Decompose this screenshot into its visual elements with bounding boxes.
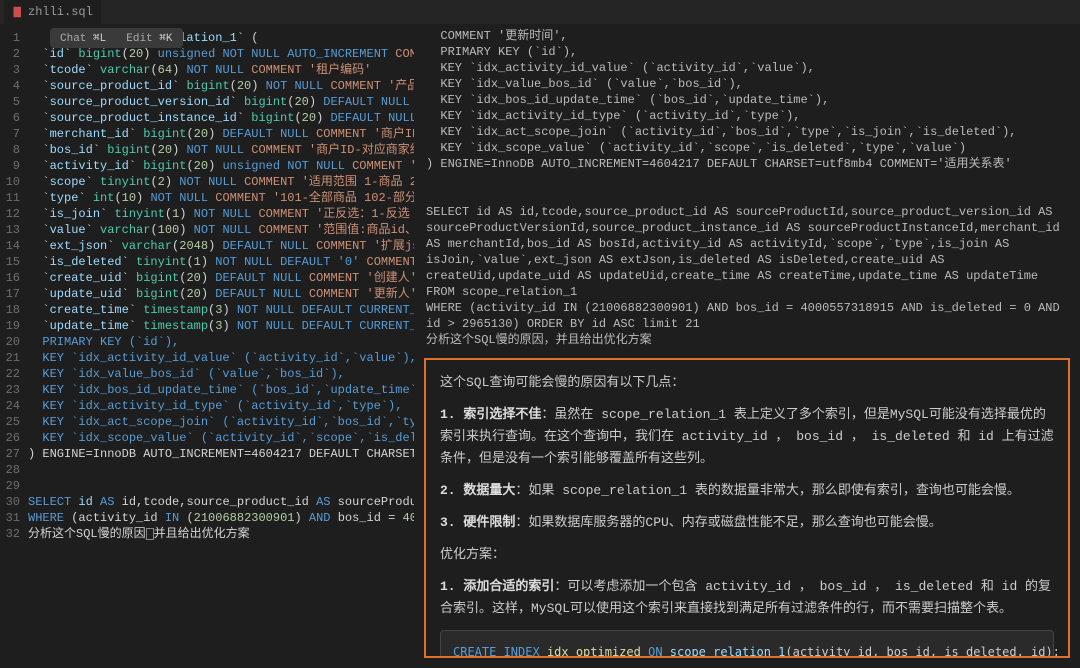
code-area[interactable]: relation_1` ( `id` bigint(20) unsigned N…: [28, 24, 414, 668]
tab-bar: zhlli.sql: [0, 0, 1080, 24]
sql-file-icon: [12, 6, 24, 18]
chat-hint-overlay[interactable]: Chat ⌘L Edit ⌘K: [50, 28, 183, 48]
context-sql: COMMENT '更新时间', PRIMARY KEY (`id`), KEY …: [424, 24, 1070, 358]
answer-intro: 这个SQL查询可能会慢的原因有以下几点：: [440, 372, 1054, 394]
file-tab[interactable]: zhlli.sql: [4, 0, 101, 24]
sql-code-block[interactable]: CREATE INDEX idx_optimized ON scope_rela…: [440, 630, 1054, 658]
editor-pane[interactable]: Chat ⌘L Edit ⌘K 123456789101112131415161…: [0, 24, 414, 668]
assistant-pane: COMMENT '更新时间', PRIMARY KEY (`id`), KEY …: [414, 24, 1080, 668]
line-gutter: 1234567891011121314151617181920212223242…: [0, 24, 28, 668]
tab-filename: zhlli.sql: [28, 5, 93, 19]
opt-title: 优化方案：: [440, 544, 1054, 566]
answer-box: 这个SQL查询可能会慢的原因有以下几点： 1. 索引选择不佳：虽然在 scope…: [424, 358, 1070, 658]
